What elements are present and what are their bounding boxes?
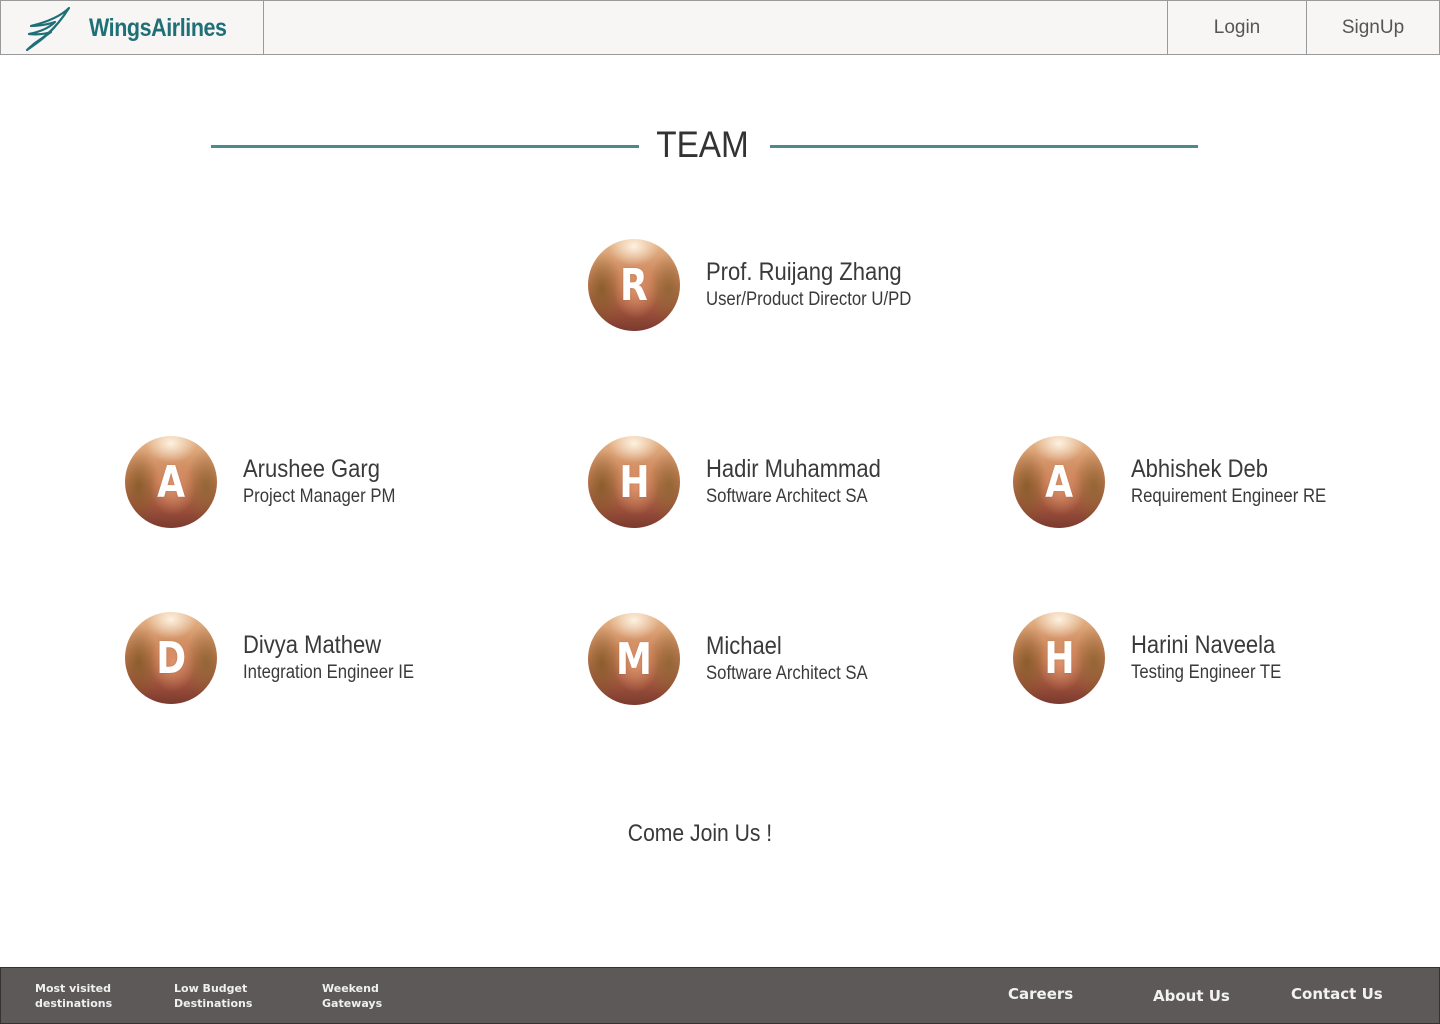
avatar-initial: A	[157, 456, 185, 508]
member-role: User/Product Director U/PD	[706, 289, 912, 310]
signup-button[interactable]: SignUp	[1306, 1, 1439, 54]
avatar: M	[588, 613, 680, 705]
member-name: Hadir Muhammad	[706, 455, 881, 483]
member-name: Michael	[706, 632, 782, 660]
avatar-initial: M	[616, 633, 652, 685]
title-divider-left	[211, 145, 639, 148]
team-member-card: A Arushee Garg Project Manager PM	[125, 436, 505, 528]
team-member-card: H Hadir Muhammad Software Architect SA	[588, 436, 968, 528]
footer-link-line: Weekend	[322, 982, 379, 995]
title-divider-right	[770, 145, 1198, 148]
top-navbar: WingsAirlines Login SignUp	[0, 0, 1440, 55]
brand-name: WingsAirlines	[89, 14, 227, 42]
login-button[interactable]: Login	[1167, 1, 1306, 54]
avatar-initial: R	[620, 259, 648, 311]
member-role: Project Manager PM	[243, 486, 396, 507]
wing-logo-icon	[25, 6, 71, 52]
team-member-card: D Divya Mathew Integration Engineer IE	[125, 612, 505, 704]
team-member-card: A Abhishek Deb Requirement Engineer RE	[1013, 436, 1413, 528]
footer-link-most-visited[interactable]: Most visited destinations	[35, 981, 135, 1011]
footer-link-low-budget[interactable]: Low Budget Destinations	[174, 981, 274, 1011]
footer-link-line: destinations	[35, 997, 113, 1010]
member-role: Software Architect SA	[706, 486, 868, 507]
page-title: TEAM	[656, 124, 749, 165]
footer-link-weekend-gateways[interactable]: Weekend Gateways	[322, 981, 422, 1011]
member-role: Requirement Engineer RE	[1131, 486, 1327, 507]
member-name: Prof. Ruijang Zhang	[706, 258, 902, 286]
footer-link-line: Low Budget	[174, 982, 248, 995]
footer-link-careers[interactable]: Careers	[1008, 985, 1073, 1003]
brand-home-link[interactable]: WingsAirlines	[1, 1, 264, 54]
avatar: H	[1013, 612, 1105, 704]
footer-link-line: Gateways	[322, 997, 383, 1010]
team-member-card: M Michael Software Architect SA	[588, 613, 968, 705]
avatar: H	[588, 436, 680, 528]
footer-link-line: Most visited	[35, 982, 111, 995]
member-name: Arushee Garg	[243, 455, 380, 483]
member-name: Divya Mathew	[243, 631, 382, 659]
avatar: D	[125, 612, 217, 704]
footer-link-about-us[interactable]: About Us	[1153, 987, 1230, 1005]
avatar-initial: A	[1045, 456, 1073, 508]
avatar: A	[1013, 436, 1105, 528]
avatar-initial: H	[618, 456, 650, 508]
footer-link-line: Destinations	[174, 997, 253, 1010]
come-join-us-link[interactable]: Come Join Us !	[577, 820, 823, 848]
member-role: Testing Engineer TE	[1131, 662, 1282, 683]
team-member-card: H Harini Naveela Testing Engineer TE	[1013, 612, 1413, 704]
footer: Most visited destinations Low Budget Des…	[0, 967, 1440, 1024]
avatar: A	[125, 436, 217, 528]
avatar: R	[588, 239, 680, 331]
avatar-initial: D	[156, 632, 186, 684]
member-role: Software Architect SA	[706, 663, 868, 684]
member-name: Abhishek Deb	[1131, 455, 1268, 483]
member-name: Harini Naveela	[1131, 631, 1276, 659]
avatar-initial: H	[1043, 632, 1075, 684]
member-role: Integration Engineer IE	[243, 662, 415, 683]
team-member-card: R Prof. Ruijang Zhang User/Product Direc…	[588, 239, 988, 331]
footer-link-contact-us[interactable]: Contact Us	[1291, 985, 1383, 1003]
